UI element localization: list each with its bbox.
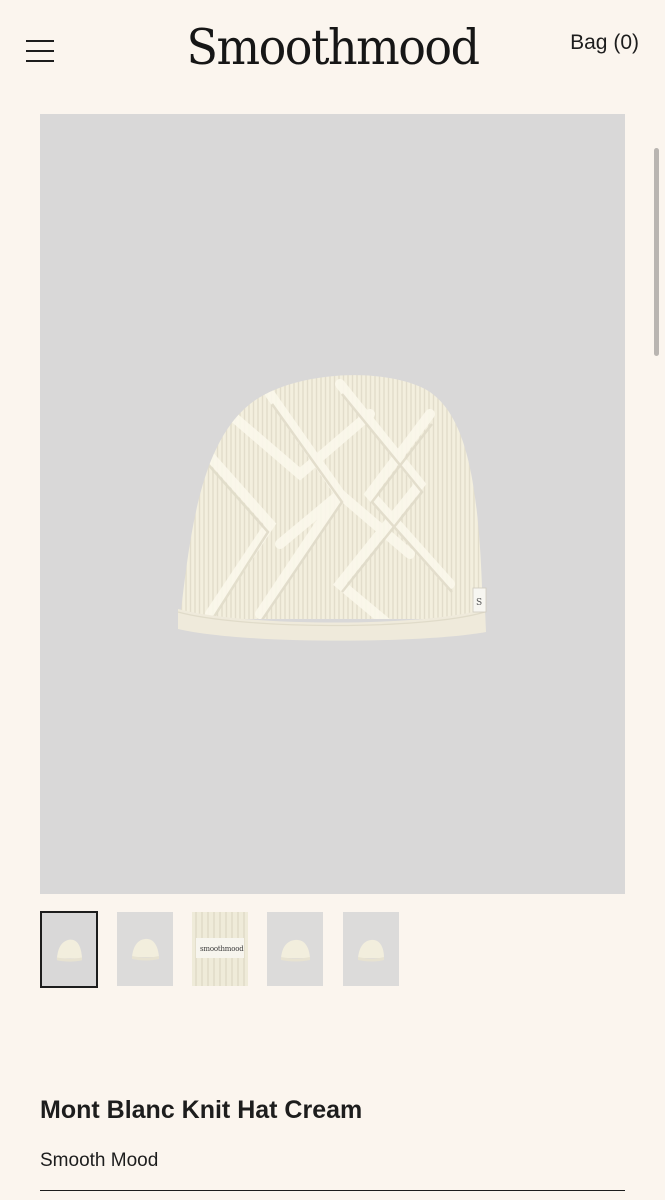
product-page: Smoothmood Bag (0) S smoothmood Mont Bla… [0,0,665,1200]
site-logo[interactable]: Smoothmood [150,19,515,76]
knit-hat-image: S [177,375,487,641]
thumb-hat-image [132,938,159,961]
scrollbar[interactable] [654,148,659,356]
bag-link[interactable]: Bag (0) [570,31,639,55]
product-title: Mont Blanc Knit Hat Cream [40,1096,363,1124]
thumb-label-text: smoothmood [200,945,244,953]
thumbnail-label-closeup[interactable]: smoothmood [192,912,248,986]
hat-tag-text: S [476,598,482,608]
thumb-hat-image [358,939,384,962]
product-main-image[interactable]: S [40,114,625,894]
product-brand[interactable]: Smooth Mood [40,1150,158,1172]
thumb-hat-image [281,939,310,962]
thumbnail-back[interactable] [267,912,323,986]
divider [40,1190,625,1191]
hamburger-menu-icon[interactable] [24,38,56,64]
thumbnail-front[interactable] [40,911,98,988]
thumbnail-strip: smoothmood [40,911,410,988]
thumbnail-side[interactable] [117,912,173,986]
site-header: Smoothmood Bag (0) [0,0,665,100]
thumb-hat-image [56,939,83,962]
thumbnail-angle[interactable] [343,912,399,986]
